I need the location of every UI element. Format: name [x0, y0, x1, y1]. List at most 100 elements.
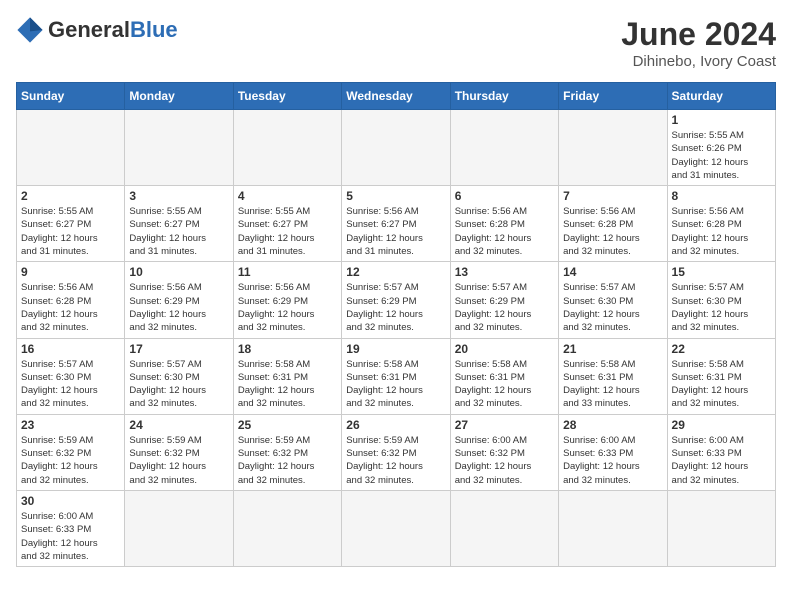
calendar-cell: 17 Sunrise: 5:57 AM Sunset: 6:30 PM Dayli… — [125, 338, 233, 414]
calendar-cell: 1Sunrise: 5:55 AM Sunset: 6:26 PM Daylig… — [667, 110, 775, 186]
calendar-body: 1Sunrise: 5:55 AM Sunset: 6:26 PM Daylig… — [17, 110, 776, 567]
calendar-cell — [17, 110, 125, 186]
day-number: 30 — [21, 494, 120, 508]
day-number: 9 — [21, 265, 120, 279]
calendar-cell: 27 Sunrise: 6:00 AM Sunset: 6:32 PM Dayli… — [450, 414, 558, 490]
general-blue-logo-icon — [16, 16, 44, 44]
title-area: June 2024 Dihinebo, Ivory Coast — [621, 16, 776, 70]
calendar-cell: 8 Sunrise: 5:56 AM Sunset: 6:28 PM Daylig… — [667, 186, 775, 262]
day-info: Sunrise: 5:55 AM Sunset: 6:27 PM Dayligh… — [129, 205, 228, 258]
day-info: Sunrise: 5:56 AM Sunset: 6:28 PM Dayligh… — [455, 205, 554, 258]
day-info: Sunrise: 5:59 AM Sunset: 6:32 PM Dayligh… — [129, 434, 228, 487]
calendar-cell: 19Sunrise: 5:58 AM Sunset: 6:31 PM Dayli… — [342, 338, 450, 414]
header-row: SundayMondayTuesdayWednesdayThursdayFrid… — [17, 83, 776, 110]
calendar-cell: 18Sunrise: 5:58 AM Sunset: 6:31 PM Dayli… — [233, 338, 341, 414]
day-number: 3 — [129, 189, 228, 203]
day-number: 10 — [129, 265, 228, 279]
day-info: Sunrise: 5:56 AM Sunset: 6:27 PM Dayligh… — [346, 205, 445, 258]
calendar-cell: 29 Sunrise: 6:00 AM Sunset: 6:33 PM Dayli… — [667, 414, 775, 490]
day-number: 11 — [238, 265, 337, 279]
day-info: Sunrise: 6:00 AM Sunset: 6:33 PM Dayligh… — [672, 434, 771, 487]
calendar-cell: 28Sunrise: 6:00 AM Sunset: 6:33 PM Dayli… — [559, 414, 667, 490]
day-info: Sunrise: 5:58 AM Sunset: 6:31 PM Dayligh… — [563, 358, 662, 411]
day-info: Sunrise: 6:00 AM Sunset: 6:32 PM Dayligh… — [455, 434, 554, 487]
calendar-cell — [125, 490, 233, 566]
calendar-cell: 3 Sunrise: 5:55 AM Sunset: 6:27 PM Daylig… — [125, 186, 233, 262]
calendar-cell — [233, 490, 341, 566]
day-info: Sunrise: 5:57 AM Sunset: 6:30 PM Dayligh… — [21, 358, 120, 411]
day-header-wednesday: Wednesday — [342, 83, 450, 110]
calendar-cell — [233, 110, 341, 186]
calendar-cell: 22Sunrise: 5:58 AM Sunset: 6:31 PM Dayli… — [667, 338, 775, 414]
calendar-cell: 20 Sunrise: 5:58 AM Sunset: 6:31 PM Dayli… — [450, 338, 558, 414]
day-number: 23 — [21, 418, 120, 432]
header: GeneralBlue June 2024 Dihinebo, Ivory Co… — [16, 16, 776, 70]
calendar-cell — [450, 110, 558, 186]
day-info: Sunrise: 5:56 AM Sunset: 6:29 PM Dayligh… — [238, 281, 337, 334]
day-info: Sunrise: 5:57 AM Sunset: 6:30 PM Dayligh… — [563, 281, 662, 334]
day-number: 6 — [455, 189, 554, 203]
day-number: 4 — [238, 189, 337, 203]
week-row-3: 9Sunrise: 5:56 AM Sunset: 6:28 PM Daylig… — [17, 262, 776, 338]
day-number: 17 — [129, 342, 228, 356]
logo-text: GeneralBlue — [48, 17, 178, 43]
calendar-cell — [559, 490, 667, 566]
calendar-cell: 23Sunrise: 5:59 AM Sunset: 6:32 PM Dayli… — [17, 414, 125, 490]
day-header-tuesday: Tuesday — [233, 83, 341, 110]
day-info: Sunrise: 6:00 AM Sunset: 6:33 PM Dayligh… — [563, 434, 662, 487]
day-info: Sunrise: 5:56 AM Sunset: 6:29 PM Dayligh… — [129, 281, 228, 334]
day-info: Sunrise: 5:58 AM Sunset: 6:31 PM Dayligh… — [455, 358, 554, 411]
calendar-table: SundayMondayTuesdayWednesdayThursdayFrid… — [16, 82, 776, 567]
day-info: Sunrise: 6:00 AM Sunset: 6:33 PM Dayligh… — [21, 510, 120, 563]
day-number: 16 — [21, 342, 120, 356]
day-header-thursday: Thursday — [450, 83, 558, 110]
day-number: 25 — [238, 418, 337, 432]
day-info: Sunrise: 5:57 AM Sunset: 6:29 PM Dayligh… — [346, 281, 445, 334]
week-row-4: 16 Sunrise: 5:57 AM Sunset: 6:30 PM Dayli… — [17, 338, 776, 414]
day-number: 12 — [346, 265, 445, 279]
calendar-header: SundayMondayTuesdayWednesdayThursdayFrid… — [17, 83, 776, 110]
day-info: Sunrise: 5:55 AM Sunset: 6:27 PM Dayligh… — [21, 205, 120, 258]
calendar-cell — [559, 110, 667, 186]
day-number: 13 — [455, 265, 554, 279]
day-number: 8 — [672, 189, 771, 203]
day-info: Sunrise: 5:58 AM Sunset: 6:31 PM Dayligh… — [672, 358, 771, 411]
calendar-cell: 25 Sunrise: 5:59 AM Sunset: 6:32 PM Dayli… — [233, 414, 341, 490]
calendar-cell: 13 Sunrise: 5:57 AM Sunset: 6:29 PM Dayli… — [450, 262, 558, 338]
day-header-friday: Friday — [559, 83, 667, 110]
calendar-subtitle: Dihinebo, Ivory Coast — [621, 53, 776, 70]
day-number: 2 — [21, 189, 120, 203]
calendar-cell — [667, 490, 775, 566]
day-number: 20 — [455, 342, 554, 356]
day-info: Sunrise: 5:56 AM Sunset: 6:28 PM Dayligh… — [563, 205, 662, 258]
calendar-cell: 16 Sunrise: 5:57 AM Sunset: 6:30 PM Dayli… — [17, 338, 125, 414]
calendar-cell: 2 Sunrise: 5:55 AM Sunset: 6:27 PM Daylig… — [17, 186, 125, 262]
calendar-cell: 6 Sunrise: 5:56 AM Sunset: 6:28 PM Daylig… — [450, 186, 558, 262]
day-number: 29 — [672, 418, 771, 432]
week-row-2: 2 Sunrise: 5:55 AM Sunset: 6:27 PM Daylig… — [17, 186, 776, 262]
day-number: 26 — [346, 418, 445, 432]
day-number: 14 — [563, 265, 662, 279]
week-row-1: 1Sunrise: 5:55 AM Sunset: 6:26 PM Daylig… — [17, 110, 776, 186]
day-number: 5 — [346, 189, 445, 203]
calendar-cell: 26 Sunrise: 5:59 AM Sunset: 6:32 PM Dayli… — [342, 414, 450, 490]
day-info: Sunrise: 5:57 AM Sunset: 6:30 PM Dayligh… — [129, 358, 228, 411]
calendar-cell: 11 Sunrise: 5:56 AM Sunset: 6:29 PM Dayli… — [233, 262, 341, 338]
day-info: Sunrise: 5:59 AM Sunset: 6:32 PM Dayligh… — [238, 434, 337, 487]
day-info: Sunrise: 5:59 AM Sunset: 6:32 PM Dayligh… — [346, 434, 445, 487]
day-number: 15 — [672, 265, 771, 279]
day-info: Sunrise: 5:56 AM Sunset: 6:28 PM Dayligh… — [672, 205, 771, 258]
day-info: Sunrise: 5:57 AM Sunset: 6:29 PM Dayligh… — [455, 281, 554, 334]
calendar-cell: 15Sunrise: 5:57 AM Sunset: 6:30 PM Dayli… — [667, 262, 775, 338]
calendar-cell — [342, 110, 450, 186]
calendar-cell — [125, 110, 233, 186]
day-number: 27 — [455, 418, 554, 432]
day-info: Sunrise: 5:55 AM Sunset: 6:27 PM Dayligh… — [238, 205, 337, 258]
week-row-5: 23 Sunrise: 5:59 AM Sunset: 6:32 PM Dayli… — [17, 414, 776, 490]
week-row-6: 30 Sunrise: 6:00 AM Sunset: 6:33 PM Dayli… — [17, 490, 776, 566]
day-header-sunday: Sunday — [17, 83, 125, 110]
logo: GeneralBlue — [16, 16, 178, 44]
calendar-cell: 12 Sunrise: 5:57 AM Sunset: 6:29 PM Dayli… — [342, 262, 450, 338]
calendar-cell: 5 Sunrise: 5:56 AM Sunset: 6:27 PM Daylig… — [342, 186, 450, 262]
day-number: 7 — [563, 189, 662, 203]
